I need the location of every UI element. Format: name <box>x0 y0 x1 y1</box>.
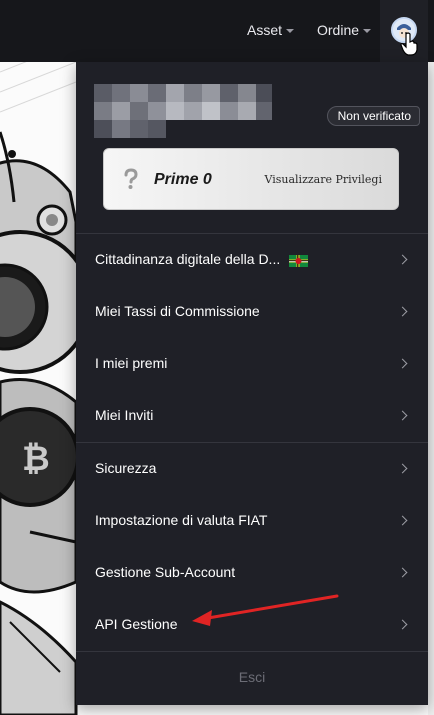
menu-item-label: Gestione Sub-Account <box>95 564 236 580</box>
chevron-right-icon <box>397 410 408 421</box>
menu-item-label: Cittadinanza digitale della D... <box>95 251 281 267</box>
asset-menu[interactable]: Asset <box>247 22 295 38</box>
asset-menu-label: Asset <box>247 22 283 38</box>
menu-item-label: Impostazione di valuta FIAT <box>95 512 268 528</box>
chevron-right-icon <box>397 358 408 369</box>
order-menu[interactable]: Ordine <box>317 22 372 38</box>
chevron-right-icon <box>397 463 408 474</box>
account-dropdown-panel: Non verificato Prime 0 Visualizzare Priv… <box>76 62 428 705</box>
chevron-right-icon <box>397 254 408 265</box>
menu-item-rewards[interactable]: I miei premi <box>76 338 428 390</box>
caret-down-icon <box>363 28 372 33</box>
prime-level-title: Prime 0 <box>154 171 212 188</box>
order-menu-label: Ordine <box>317 22 360 38</box>
dominica-flag-icon <box>289 255 308 267</box>
chevron-right-icon <box>397 619 408 630</box>
menu-item-invites[interactable]: Miei Inviti <box>76 390 428 442</box>
chevron-right-icon <box>397 567 408 578</box>
top-navbar: Asset Ordine <box>0 0 434 62</box>
caret-down-icon <box>286 28 295 33</box>
menu-item-label: Miei Inviti <box>95 407 154 423</box>
question-mark-icon <box>124 168 138 189</box>
divider <box>76 651 428 652</box>
menu-item-label: Sicurezza <box>95 460 157 476</box>
menu-item-label: Miei Tassi di Commissione <box>95 303 260 319</box>
menu-item-label: I miei premi <box>95 355 168 371</box>
menu-item-commission-rates[interactable]: Miei Tassi di Commissione <box>76 286 428 338</box>
blurred-user-id <box>94 82 272 142</box>
menu-item-digital-citizenship[interactable]: Cittadinanza digitale della D... <box>76 234 428 286</box>
hand-cursor-icon <box>400 32 418 56</box>
chevron-right-icon <box>397 515 408 526</box>
prime-card[interactable]: Prime 0 Visualizzare Privilegi <box>103 148 399 210</box>
logout-button[interactable]: Esci <box>76 662 428 692</box>
svg-text:₿: ₿ <box>22 440 50 478</box>
verification-status-badge[interactable]: Non verificato <box>326 106 420 126</box>
menu-item-security[interactable]: Sicurezza <box>76 443 428 495</box>
chevron-right-icon <box>397 306 408 317</box>
menu-item-api-management[interactable]: API Gestione <box>76 599 428 651</box>
menu-item-sub-account[interactable]: Gestione Sub-Account <box>76 547 428 599</box>
menu-item-label: API Gestione <box>95 616 178 632</box>
view-privileges-link[interactable]: Visualizzare Privilegi <box>264 173 382 186</box>
menu-item-fiat-currency[interactable]: Impostazione di valuta FIAT <box>76 495 428 547</box>
